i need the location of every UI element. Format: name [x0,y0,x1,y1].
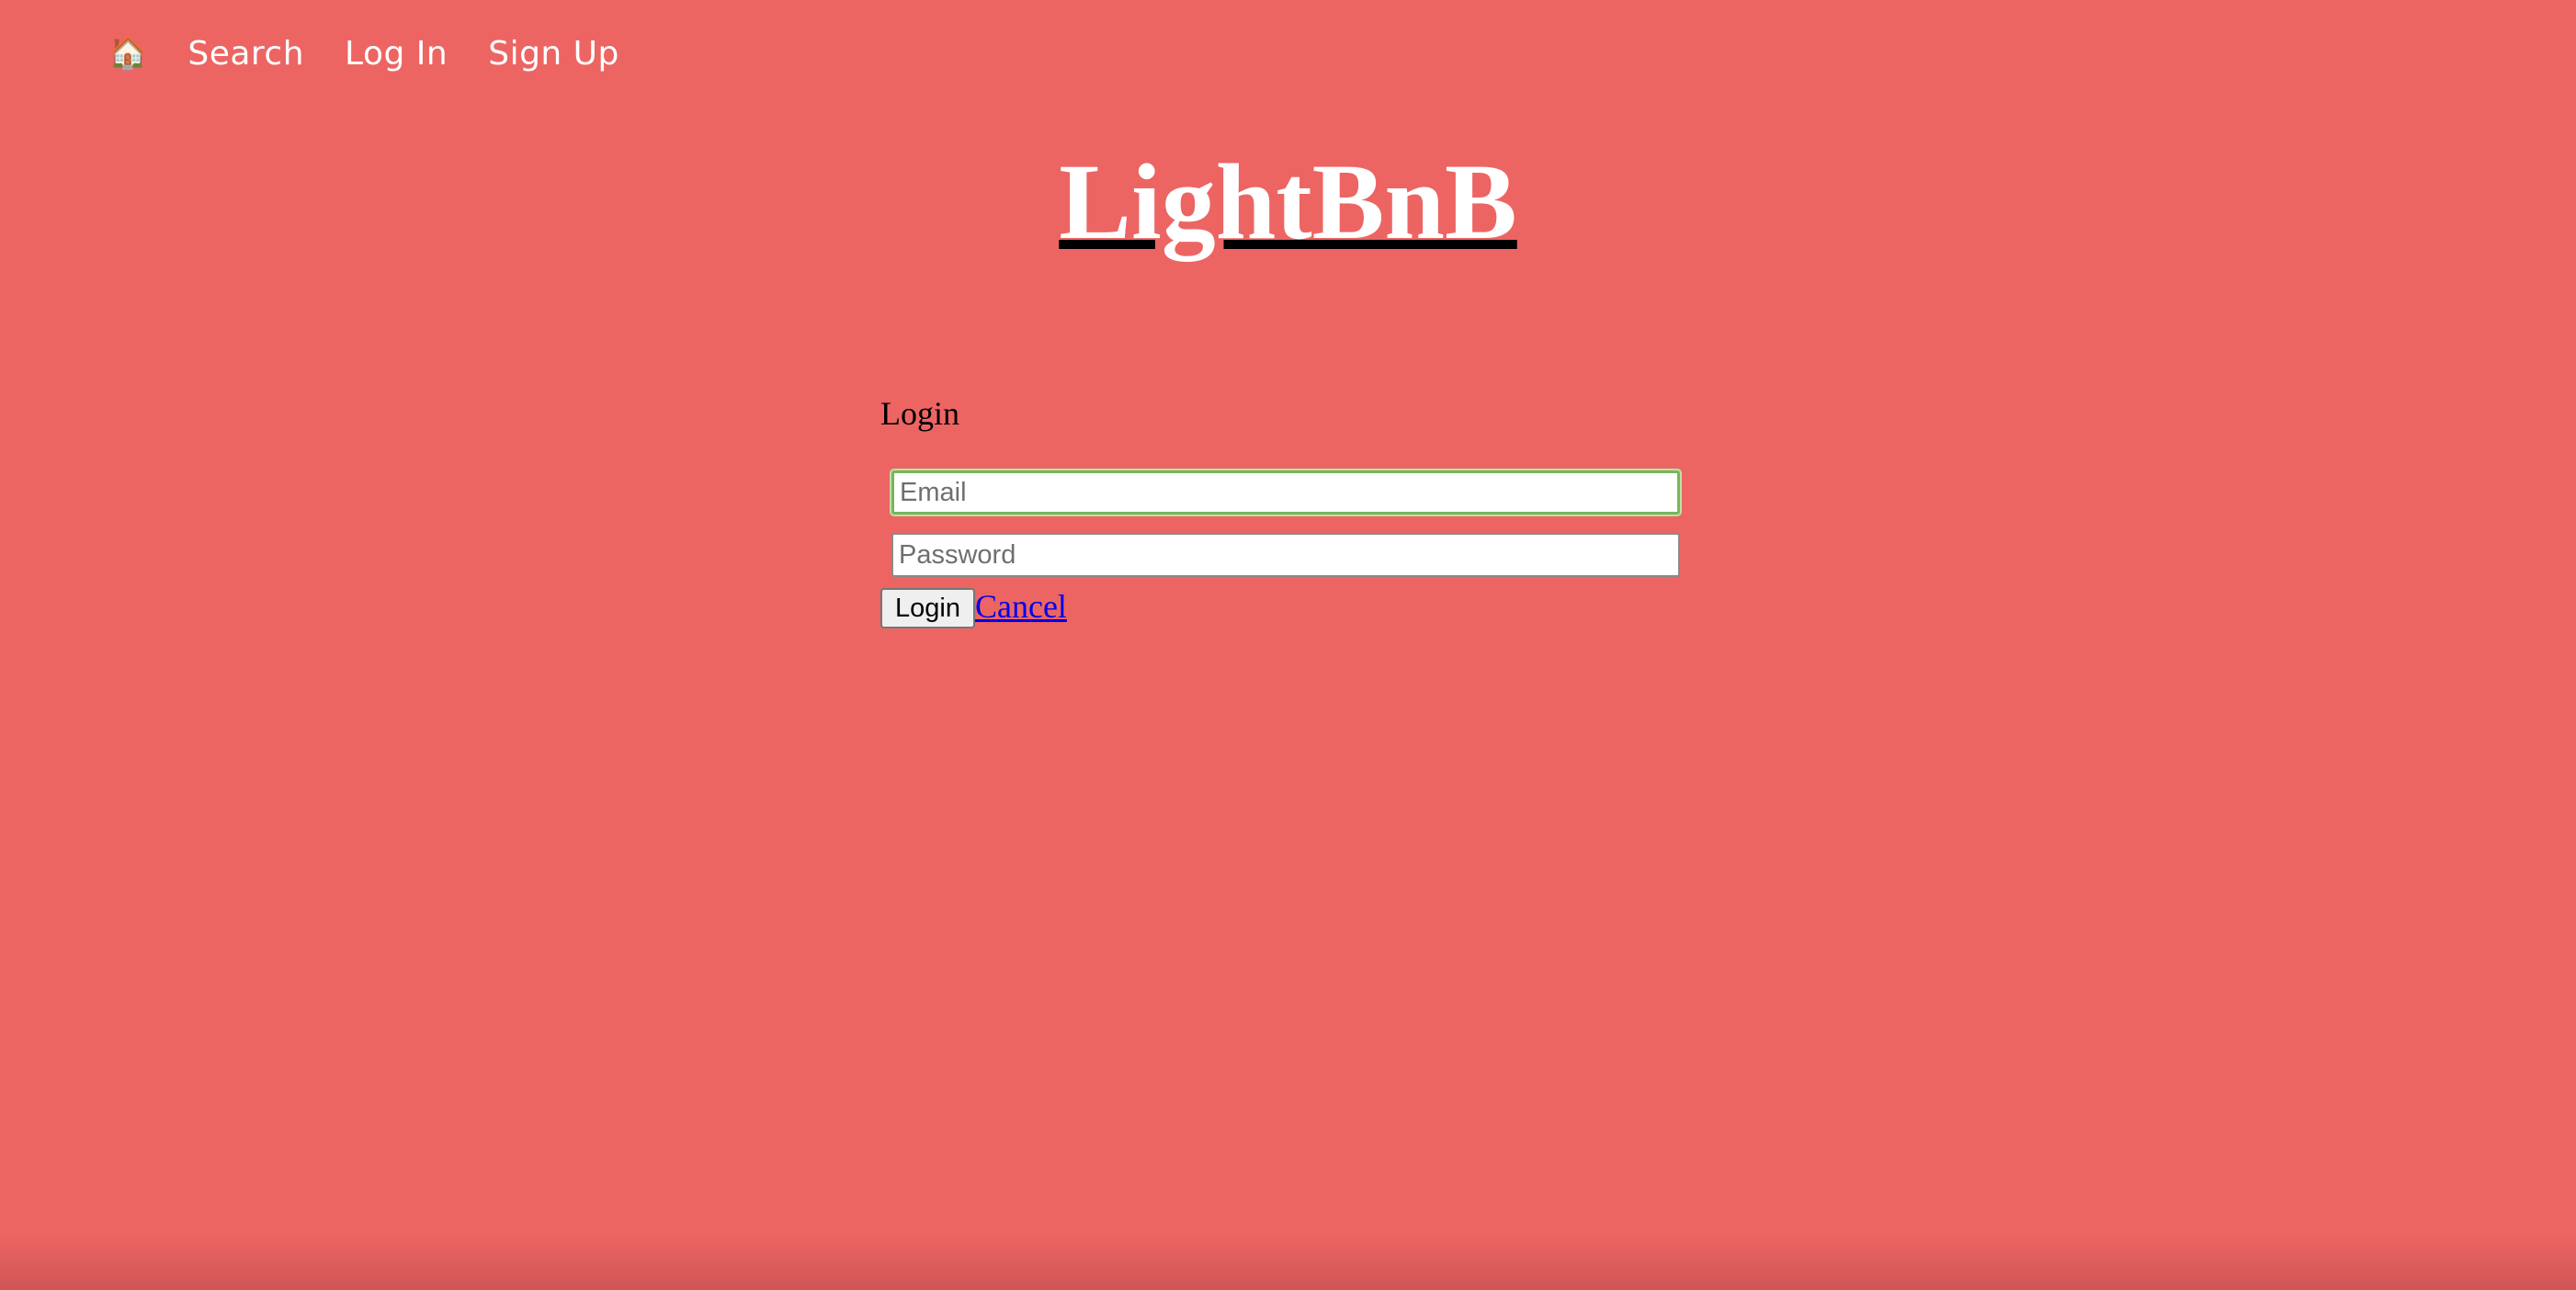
nav-link-sign-up[interactable]: Sign Up [488,35,619,73]
cancel-link[interactable]: Cancel [975,590,1067,623]
login-button[interactable]: Login [880,588,975,628]
top-nav: 🏠 Search Log In Sign Up [108,28,619,79]
login-heading: Login [880,395,959,432]
email-input[interactable] [891,470,1680,515]
nav-link-search[interactable]: Search [187,35,304,73]
form-actions: Login Cancel [880,588,1689,628]
site-title: LightBnB [0,142,2576,262]
site-title-text[interactable]: LightBnB [1059,141,1516,262]
nav-link-log-in[interactable]: Log In [345,35,448,73]
login-form: Login Login Cancel [880,395,1689,628]
house-icon[interactable]: 🏠 [108,38,147,69]
password-input[interactable] [891,533,1680,577]
bottom-shadow [0,1235,2576,1290]
